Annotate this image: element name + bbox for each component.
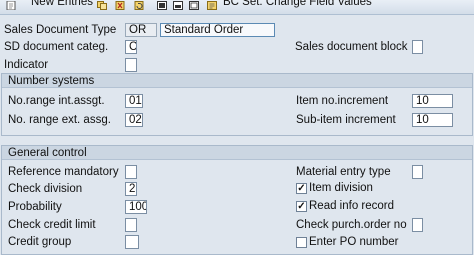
number-range-internal-field[interactable]: 01 [125,94,143,108]
sales-document-type-field[interactable]: OR [125,23,157,37]
sales-document-type-description: Standard Order [160,23,275,37]
enter-po-number-checkbox[interactable] [296,237,307,248]
material-entry-type-label: Material entry type [296,166,391,178]
credit-group-label: Credit group [8,236,72,248]
checkmark-icon: ✓ [297,183,306,194]
number-range-internal-label: No.range int.assgt. [8,95,105,107]
reference-mandatory-label: Reference mandatory [8,166,119,178]
sales-document-type-label: Sales Document Type [4,24,117,36]
new-entries-button[interactable]: New Entries [31,0,93,8]
sales-document-block-field[interactable] [412,40,423,54]
select-block-icon[interactable] [173,1,184,10]
item-division-label: Item division [309,182,373,194]
reference-mandatory-field[interactable] [125,165,137,179]
bc-set-change-field-values-button[interactable]: BC Set: Change Field Values [223,0,372,8]
check-purchase-order-field[interactable] [412,218,423,232]
sd-document-category-label: SD document categ. [4,41,109,53]
sub-item-increment-label: Sub-item increment [296,114,396,126]
number-range-external-field[interactable]: 02 [125,113,143,127]
new-entries-icon[interactable] [6,1,17,10]
checkmark-icon: ✓ [297,201,306,212]
select-all-icon[interactable] [157,1,168,10]
check-division-label: Check division [8,183,83,195]
item-division-checkbox[interactable]: ✓ [296,183,307,194]
general-control-title: General control [2,146,472,160]
item-number-increment-label: Item no.increment [296,95,389,107]
sub-item-increment-field[interactable]: 10 [412,113,453,127]
indicator-label: Indicator [4,59,49,71]
undo-icon[interactable] [134,1,145,10]
sd-document-category-field[interactable]: C [125,40,137,54]
enter-po-number-label: Enter PO number [309,236,399,248]
read-info-record-label: Read info record [309,200,395,212]
probability-label: Probability [8,201,62,213]
application-toolbar: New Entries BC Set: Change Field Values [0,0,474,15]
delete-icon[interactable] [115,1,126,10]
material-entry-type-field[interactable] [412,165,423,179]
number-systems-title: Number systems [2,74,472,88]
check-credit-limit-field[interactable] [125,218,137,232]
deselect-all-icon[interactable] [189,1,200,10]
check-purchase-order-label: Check purch.order no [296,219,407,231]
bc-set-icon[interactable] [207,1,218,10]
sales-document-block-label: Sales document block [295,41,408,53]
indicator-field[interactable] [125,58,137,72]
general-control-group: General control [1,145,473,255]
probability-field[interactable]: 100 [125,200,147,214]
item-number-increment-field[interactable]: 10 [412,94,453,108]
credit-group-field[interactable] [125,235,139,249]
copy-icon[interactable] [97,1,108,10]
check-division-field[interactable]: 2 [125,182,137,196]
check-credit-limit-label: Check credit limit [8,219,96,231]
read-info-record-checkbox[interactable]: ✓ [296,201,307,212]
number-range-external-label: No. range ext. assg. [8,114,111,126]
